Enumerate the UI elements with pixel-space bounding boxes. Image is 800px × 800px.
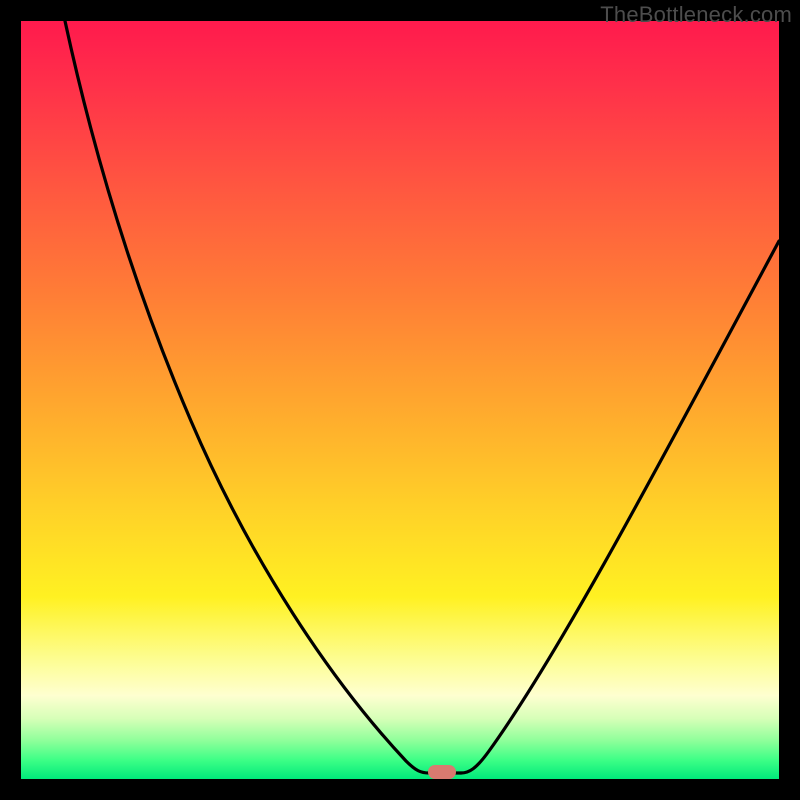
optimal-marker [428,765,456,779]
plot-area [21,21,779,779]
curve-right [461,241,779,773]
watermark-text: TheBottleneck.com [600,2,792,28]
bottleneck-curve [21,21,779,779]
curve-left [65,21,429,773]
chart-frame: TheBottleneck.com [0,0,800,800]
